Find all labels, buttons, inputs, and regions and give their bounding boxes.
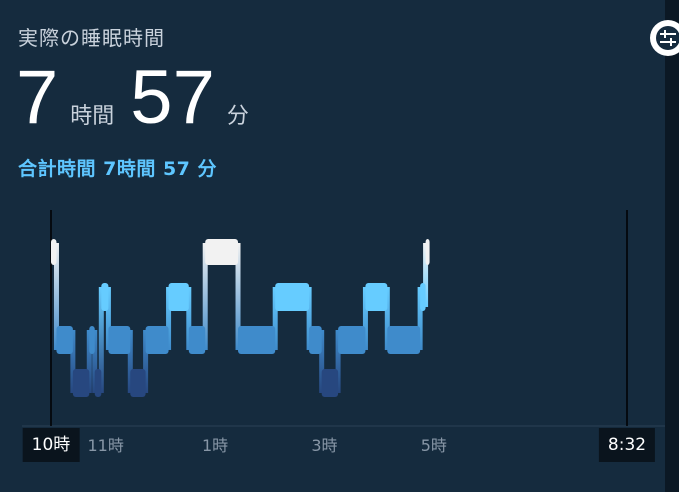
sleep-segment-awake [51,239,57,265]
sleep-segment-deep [130,369,146,397]
next-card-edge [665,0,679,492]
sleep-segment-core [387,326,421,354]
sleep-segment-core [108,326,131,354]
x-tick-label: 11時 [87,436,124,455]
sleep-segment-core [309,326,322,354]
x-tick-label: 5時 [420,436,447,455]
x-tick-label: 10時 [22,428,80,462]
sleep-segment-deep [94,369,102,397]
sleep-segment-rem [365,283,388,311]
sleep-segment-core [238,326,276,354]
sleep-segment-core [56,326,73,354]
sleep-segment-core [145,326,169,354]
x-tick-label: 1時 [201,436,229,455]
sleep-segment-rem [420,283,426,311]
sleep-segment-awake [205,239,239,265]
sleep-segment-rem [275,283,310,311]
sleep-segment-awake [425,239,430,265]
sleep-segment-core [89,326,95,354]
sleep-segment-deep [72,369,90,397]
sleep-stage-chart [22,210,665,427]
x-tick-label: 8:32 [598,428,656,462]
sleep-segment-rem [168,283,189,311]
x-tick-label: 3時 [311,436,338,455]
sleep-segment-rem [101,283,109,311]
sleep-segment-deep [321,369,339,397]
sleep-segment-core [338,326,366,354]
sleep-segment-core [188,326,206,354]
